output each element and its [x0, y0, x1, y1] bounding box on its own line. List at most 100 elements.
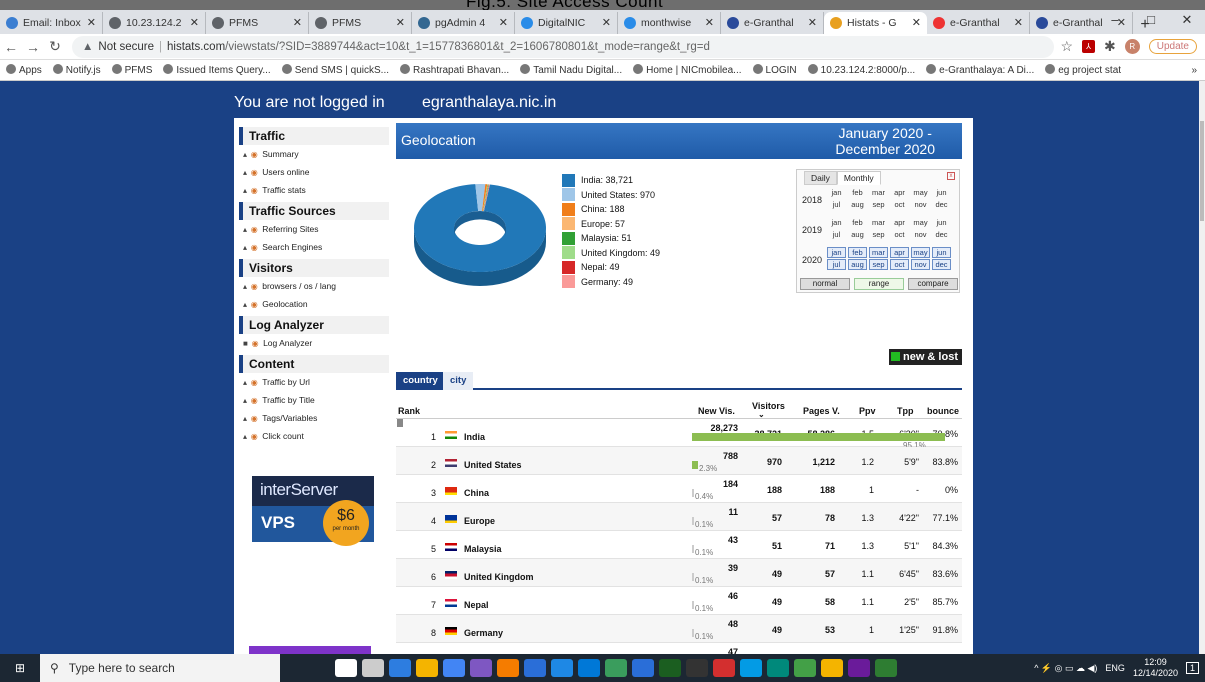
row-country[interactable]: United States — [464, 460, 522, 470]
col-pages[interactable]: Pages V. — [803, 406, 840, 416]
table-row[interactable]: 7 Nepal 46 49 58 1.1 2'5" 85.7% 0.1% — [396, 587, 962, 615]
bookmark-item[interactable]: Rashtrapati Bhavan... — [400, 64, 509, 76]
new-lost-button[interactable]: new & lost — [888, 349, 962, 365]
calendar-month[interactable]: oct — [890, 259, 909, 270]
calendar-month[interactable]: mar — [869, 247, 888, 258]
tab-daily[interactable]: Daily — [804, 171, 837, 185]
row-country[interactable]: Europe — [464, 516, 495, 526]
calendar-month[interactable]: feb — [848, 187, 867, 198]
browser-tab[interactable]: monthwise ✕ — [618, 12, 721, 34]
calendar-month[interactable]: nov — [911, 259, 930, 270]
tray-icons[interactable]: ^ ⚡ ◎ ▭ ☁ ◀) — [1034, 663, 1097, 674]
mode-range[interactable]: range — [854, 278, 904, 290]
calendar-month[interactable]: feb — [848, 247, 867, 258]
taskbar-app-icon[interactable] — [470, 659, 492, 677]
calendar-month[interactable]: jan — [827, 247, 846, 258]
close-tab-icon[interactable]: ✕ — [912, 16, 921, 29]
language-indicator[interactable]: ENG — [1105, 663, 1125, 673]
browser-tab[interactable]: e-Granthal ✕ — [721, 12, 824, 34]
close-tab-icon[interactable]: ✕ — [190, 16, 199, 29]
browser-tab[interactable]: Histats - G ✕ — [824, 12, 927, 34]
calendar-month[interactable]: mar — [869, 187, 888, 198]
calendar-month[interactable]: jan — [827, 187, 846, 198]
bookmarks-more-icon[interactable]: » — [1191, 65, 1197, 76]
calendar-month[interactable]: jun — [932, 217, 951, 228]
calendar-month[interactable]: may — [911, 217, 930, 228]
close-window-button[interactable]: ✕ — [1169, 10, 1205, 30]
taskbar-app-icon[interactable] — [659, 659, 681, 677]
scroll-thumb[interactable] — [1200, 121, 1204, 221]
taskbar-app-icon[interactable] — [794, 659, 816, 677]
col-tpp[interactable]: Tpp — [897, 406, 914, 416]
close-calendar-icon[interactable]: x — [947, 172, 955, 180]
bookmark-item[interactable]: Home | NICmobilea... — [633, 64, 742, 76]
bookmark-star-icon[interactable]: ☆ — [1060, 38, 1073, 55]
back-icon[interactable]: ← — [0, 39, 22, 55]
col-new-visitors[interactable]: New Vis. — [698, 406, 735, 416]
sidebar-item[interactable]: ▴ ◉ Search Engines — [239, 238, 389, 256]
browser-tab[interactable]: e-Granthal ✕ — [927, 12, 1030, 34]
close-tab-icon[interactable]: ✕ — [602, 16, 611, 29]
mode-compare[interactable]: compare — [908, 278, 958, 290]
taskbar-app-icon[interactable] — [362, 659, 384, 677]
calendar-month[interactable]: sep — [869, 199, 888, 210]
table-row[interactable]: 5 Malaysia 43 51 71 1.3 5'1" 84.3% 0.1% — [396, 531, 962, 559]
calendar-month[interactable]: jun — [932, 187, 951, 198]
close-tab-icon[interactable]: ✕ — [499, 16, 508, 29]
taskbar-app-icon[interactable] — [875, 659, 897, 677]
calendar-month[interactable]: apr — [890, 247, 909, 258]
table-row[interactable]: 4 Europe 11 57 78 1.3 4'22" 77.1% 0.1% — [396, 503, 962, 531]
bookmark-item[interactable]: Tamil Nadu Digital... — [520, 64, 622, 76]
table-row[interactable]: 6 United Kingdom 39 49 57 1.1 6'45" 83.6% 0.1% — [396, 559, 962, 587]
taskbar-app-icon[interactable] — [713, 659, 735, 677]
bookmark-item[interactable]: eg project stat — [1045, 64, 1121, 76]
close-tab-icon[interactable]: ✕ — [1014, 16, 1023, 29]
taskbar-app-icon[interactable] — [632, 659, 654, 677]
forward-icon[interactable]: → — [22, 39, 44, 55]
calendar-month[interactable]: oct — [890, 199, 909, 210]
sidebar-item[interactable]: ▴ ◉ Traffic by Title — [239, 391, 389, 409]
interserver-ad[interactable]: interServer VPS $6 per month — [252, 476, 374, 546]
bookmark-item[interactable]: LOGIN — [752, 64, 797, 76]
notification-icon[interactable]: 1 — [1185, 662, 1199, 674]
page-scrollbar[interactable] — [1199, 81, 1205, 654]
calendar-month[interactable]: apr — [890, 217, 909, 228]
sidebar-item[interactable]: ▴ ◉ Referring Sites — [239, 220, 389, 238]
calendar-month[interactable]: jan — [827, 217, 846, 228]
windows-start-icon[interactable]: ⊞ — [0, 661, 40, 675]
col-rank[interactable]: Rank — [398, 406, 420, 416]
calendar-month[interactable]: sep — [869, 259, 888, 270]
row-country[interactable]: India — [464, 432, 485, 442]
bookmark-item[interactable]: PFMS — [111, 64, 152, 76]
close-tab-icon[interactable]: ✕ — [293, 16, 302, 29]
calendar-month[interactable]: sep — [869, 229, 888, 240]
taskbar-app-icon[interactable] — [524, 659, 546, 677]
extension-icon[interactable]: ⅄ — [1082, 40, 1096, 53]
browser-tab[interactable]: PFMS ✕ — [309, 12, 412, 34]
table-row[interactable]: 8 Germany 48 49 53 1 1'25" 91.8% 0.1% — [396, 615, 962, 643]
taskbar-app-icon[interactable] — [740, 659, 762, 677]
calendar-month[interactable]: dec — [932, 259, 951, 270]
calendar-month[interactable]: may — [911, 187, 930, 198]
table-row[interactable]: 9Russian Federation474749121"97.8% — [396, 643, 962, 654]
calendar-month[interactable]: mar — [869, 217, 888, 228]
calendar-month[interactable]: may — [911, 247, 930, 258]
bookmark-item[interactable]: e-Granthalaya: A Di... — [926, 64, 1034, 76]
calendar-month[interactable]: aug — [848, 229, 867, 240]
calendar-month[interactable]: jul — [827, 259, 846, 270]
calendar-month[interactable]: jun — [932, 247, 951, 258]
table-row[interactable]: 1India28,27338,72158,2861.56'30"70.8%95.… — [396, 419, 962, 450]
sidebar-item[interactable]: ▴ ◉ Traffic stats — [239, 181, 389, 199]
calendar-month[interactable]: feb — [848, 217, 867, 228]
calendar-month[interactable]: dec — [932, 229, 951, 240]
sidebar-item[interactable]: ▴ ◉ Tags/Variables — [239, 409, 389, 427]
taskbar-app-icon[interactable] — [389, 659, 411, 677]
row-country[interactable]: Malaysia — [464, 544, 502, 554]
sort-down-icon[interactable]: ⌄ — [758, 410, 765, 419]
sidebar-item[interactable]: ▴ ◉ Users online — [239, 163, 389, 181]
row-handle[interactable] — [397, 419, 403, 427]
close-tab-icon[interactable]: ✕ — [87, 16, 96, 29]
row-country[interactable]: Germany — [464, 628, 503, 638]
taskbar-search[interactable]: ⚲ Type here to search — [40, 654, 280, 682]
browser-tab[interactable]: DigitalNIC ✕ — [515, 12, 618, 34]
